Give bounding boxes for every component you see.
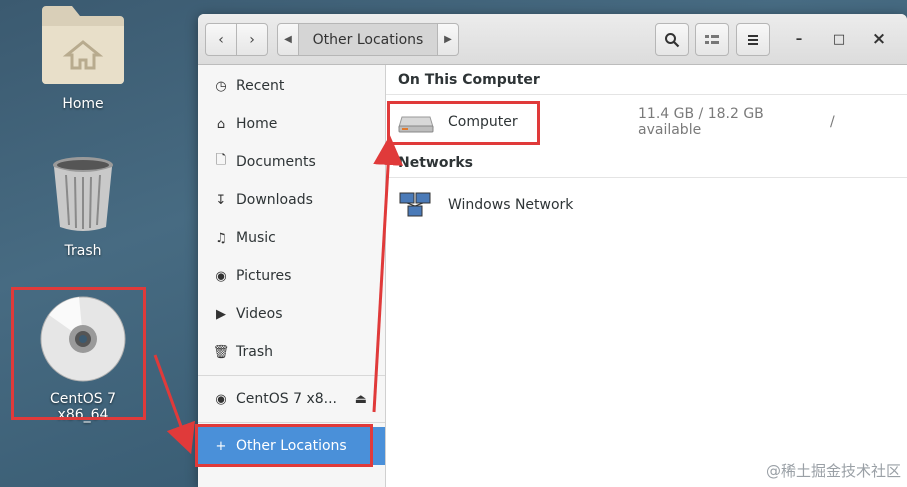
section-title-networks: Networks [386,148,907,178]
sidebar-item-label: Home [236,116,278,132]
location-space-info: 11.4 GB / 18.2 GB available [638,105,764,138]
close-button[interactable]: × [868,28,890,50]
chevron-right-icon: › [249,31,255,48]
menu-button[interactable] [736,23,770,56]
watermark: @稀土掘金技术社区 [765,462,901,480]
trash-can-icon [53,157,113,231]
list-view-icon [705,34,719,44]
sidebar-item-recent[interactable]: ◷ Recent [198,67,385,105]
computer-highlight-box [387,101,540,145]
folder-icon [42,6,124,84]
sidebar-item-device[interactable]: ◉ CentOS 7 x8... ⏏ [198,380,385,418]
camera-icon: ◉ [215,268,227,284]
download-icon: ↧ [215,192,227,208]
sidebar-item-label: Videos [236,306,283,322]
network-icon [399,192,431,216]
sidebar-item-music[interactable]: ♫ Music [198,219,385,257]
back-button[interactable]: ‹ [205,23,237,56]
sidebar-item-documents[interactable]: 🗋 Documents [198,143,385,181]
path-bar: ◀ Other Locations ▶ [277,23,459,56]
search-icon [665,32,680,47]
cd-highlight-box [11,287,146,420]
arrow-to-other-locations [153,354,195,455]
desktop-home-label: Home [62,96,104,112]
minimize-button[interactable]: – [788,28,810,50]
path-right-arrow-icon[interactable]: ▶ [438,24,458,55]
path-current[interactable]: Other Locations [298,24,438,55]
chevron-left-icon: ‹ [218,31,224,48]
hamburger-menu-icon [748,34,758,45]
sidebar-item-pictures[interactable]: ◉ Pictures [198,257,385,295]
desktop-trash-label: Trash [64,243,102,259]
sidebar-item-label: Recent [236,78,285,94]
sidebar-item-label: Documents [236,154,316,170]
sidebar-item-home[interactable]: ⌂ Home [198,105,385,143]
sidebar-separator [198,422,385,423]
sidebar-item-videos[interactable]: ▶ Videos [198,295,385,333]
maximize-button[interactable]: □ [828,28,850,50]
home-icon: ⌂ [216,116,226,132]
sidebar-item-label: CentOS 7 x8... [236,391,338,407]
sidebar-item-label: Music [236,230,276,246]
location-path: / [830,113,835,130]
path-left-arrow-icon[interactable]: ◀ [278,24,298,55]
search-button[interactable] [655,23,689,56]
view-toggle-button[interactable] [695,23,729,56]
forward-button[interactable]: › [236,23,268,56]
location-name: Windows Network [448,196,574,213]
desktop-trash-icon[interactable]: Trash [23,155,143,259]
sidebar-item-label: Downloads [236,192,313,208]
sidebar-item-label: Pictures [236,268,292,284]
document-icon: 🗋 [215,153,227,168]
sidebar-item-downloads[interactable]: ↧ Downloads [198,181,385,219]
sidebar-item-trash[interactable]: 🗑 Trash [198,333,385,371]
clock-icon: ◷ [215,78,227,94]
disc-icon: ◉ [215,391,227,407]
video-icon: ▶ [216,306,226,322]
sidebar-item-label: Trash [236,344,273,360]
header-bar: ‹ › ◀ Other Locations ▶ – □ × [198,14,907,65]
desktop-home-icon[interactable]: Home [23,0,143,112]
sidebar-separator [198,375,385,376]
music-icon: ♫ [215,230,227,246]
eject-icon[interactable]: ⏏ [355,392,367,407]
trash-icon: 🗑 [212,344,230,360]
other-locations-highlight-box [195,424,373,467]
section-title-on-this-computer: On This Computer [386,65,907,95]
file-manager-window: ‹ › ◀ Other Locations ▶ – □ × ◷ Recent ⌂ [198,14,907,487]
location-row-windows-network[interactable]: Windows Network [386,178,907,231]
